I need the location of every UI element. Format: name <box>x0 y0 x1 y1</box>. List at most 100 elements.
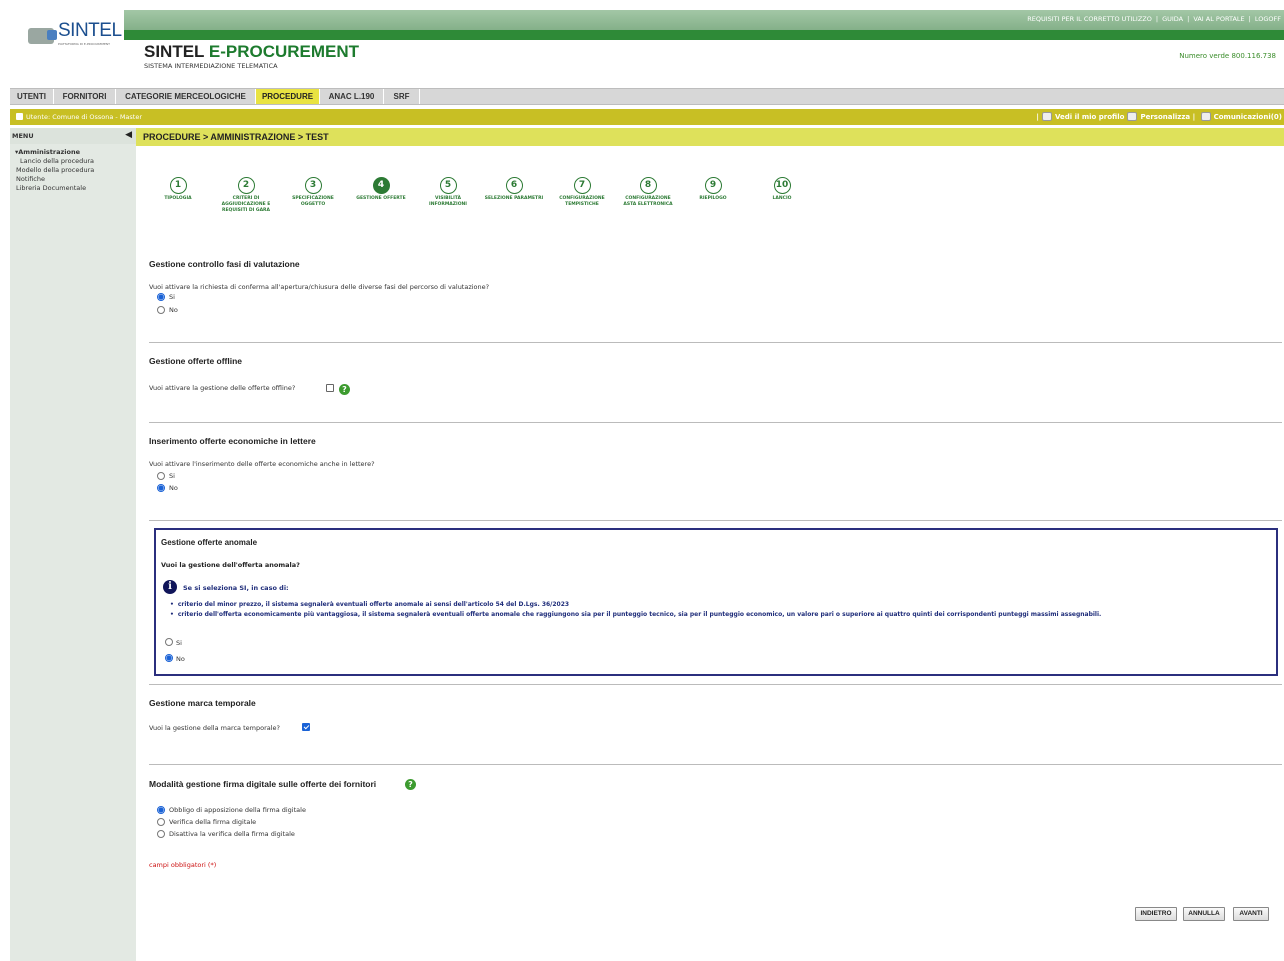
green-bar <box>124 30 1284 40</box>
section-title-lettere: Inserimento offerte economiche in letter… <box>149 436 316 446</box>
next-button[interactable]: AVANTI <box>1233 907 1269 921</box>
sidebar-item-notifiche[interactable]: Notifiche <box>16 175 45 183</box>
checkbox-offline[interactable] <box>326 384 334 392</box>
radio-label: Verifica della firma digitale <box>169 818 257 826</box>
phone-number: Numero verde 800.116.738 <box>1179 52 1276 60</box>
menu-header: MENU ◀ <box>10 128 136 144</box>
divider <box>149 422 1282 423</box>
step-number: 8 <box>639 177 657 194</box>
link-logoff[interactable]: LOGOFF <box>1255 15 1281 23</box>
sidebar-item-libreria[interactable]: Libreria Documentale <box>16 184 86 192</box>
app-title-part2: E-PROCUREMENT <box>208 42 360 61</box>
link-messages[interactable]: Comunicazioni(0) <box>1214 113 1282 121</box>
help-icon[interactable]: ? <box>405 779 416 790</box>
menu-label: MENU <box>12 132 34 140</box>
step-2[interactable]: 2 CRITERI DI AGGIUDICAZIONE E REQUISITI D… <box>216 177 276 214</box>
radio-button[interactable] <box>157 484 165 492</box>
header: SINTEL PIATTAFORMA DI E-PROCUREMENT REQU… <box>0 0 1284 90</box>
step-4[interactable]: 4 GESTIONE OFFERTE <box>351 177 411 202</box>
info-item: criterio del minor prezzo, il sistema se… <box>170 601 569 608</box>
question-lettere: Vuoi attivare l'inserimento delle offert… <box>149 460 375 468</box>
sintel-logo[interactable]: SINTEL PIATTAFORMA DI E-PROCUREMENT <box>18 10 122 48</box>
link-customize[interactable]: Personalizza <box>1140 113 1190 121</box>
sidebar-item-lancio[interactable]: Lancio della procedura <box>20 157 94 165</box>
radio-button[interactable] <box>165 654 173 662</box>
radio-button[interactable] <box>157 830 165 838</box>
radio-label: Si <box>169 293 175 301</box>
sidebar-item-modello[interactable]: Modello della procedura <box>16 166 94 174</box>
link-requisiti[interactable]: REQUISITI PER IL CORRETTO UTILIZZO <box>1027 15 1152 23</box>
back-button[interactable]: INDIETRO <box>1135 907 1177 921</box>
divider <box>149 764 1282 765</box>
step-label: TIPOLOGIA <box>164 196 192 201</box>
radio-label: Si <box>176 639 182 647</box>
step-label: VISIBILITÀ INFORMAZIONI <box>429 196 467 207</box>
tab-utenti[interactable]: UTENTI <box>10 89 54 104</box>
step-9[interactable]: 9 RIEPILOGO <box>683 177 743 202</box>
breadcrumb: PROCEDURE > AMMINISTRAZIONE > TEST <box>143 132 329 142</box>
radio-button[interactable] <box>157 293 165 301</box>
messages-icon <box>1200 112 1211 121</box>
step-label: LANCIO <box>772 196 792 201</box>
tab-anac[interactable]: ANAC L.190 <box>320 89 384 104</box>
app-title-part1: SINTEL <box>144 42 209 61</box>
breadcrumb-bar: PROCEDURE > AMMINISTRAZIONE > TEST <box>136 128 1284 146</box>
cancel-button[interactable]: ANNULLA <box>1183 907 1225 921</box>
section-title-anomale: Gestione offerte anomale <box>161 538 258 547</box>
divider <box>149 684 1282 685</box>
link-vai-al-portale[interactable]: VAI AL PORTALE <box>1193 15 1244 23</box>
section-title-valutazione: Gestione controllo fasi di valutazione <box>149 259 300 269</box>
tab-srf[interactable]: SRF <box>384 89 420 104</box>
radio-label: No <box>169 306 178 314</box>
link-guida[interactable]: GUIDA <box>1162 15 1183 23</box>
step-label: CONFIGURAZIONE ASTA ELETTRONICA <box>623 196 673 207</box>
step-number: 4 <box>372 177 390 194</box>
info-item: criterio dell'offerta economicamente più… <box>170 611 1101 618</box>
question-anomale: Vuoi la gestione dell'offerta anomala? <box>161 561 300 569</box>
radio-label: No <box>169 484 178 492</box>
step-6[interactable]: 6 SELEZIONE PARAMETRI <box>484 177 544 202</box>
required-fields-note: campi obbligatori (*) <box>149 861 217 869</box>
user-bar: Utente: Comune di Ossona - Master | Vedi … <box>10 109 1284 125</box>
main-nav: UTENTI FORNITORI CATEGORIE MERCEOLOGICHE… <box>10 88 1284 105</box>
radio-button[interactable] <box>165 638 173 646</box>
step-number: 7 <box>573 177 591 194</box>
step-8[interactable]: 8 CONFIGURAZIONE ASTA ELETTRONICA <box>618 177 678 208</box>
step-number: 1 <box>169 177 187 194</box>
user-icon <box>16 113 23 120</box>
step-5[interactable]: 5 VISIBILITÀ INFORMAZIONI <box>418 177 478 208</box>
radio-label: Disattiva la verifica della firma digita… <box>169 830 295 838</box>
logo-subtext: PIATTAFORMA DI E-PROCUREMENT <box>58 42 110 46</box>
step-1[interactable]: 1 TIPOLOGIA <box>148 177 208 202</box>
step-number: 10 <box>773 177 791 194</box>
radio-button[interactable] <box>157 818 165 826</box>
collapse-menu-icon[interactable]: ◀ <box>125 130 132 140</box>
step-label: RIEPILOGO <box>699 196 727 201</box>
tab-procedure[interactable]: PROCEDURE <box>256 89 320 104</box>
user-info: Utente: Comune di Ossona - Master <box>16 113 142 121</box>
step-10[interactable]: 10 LANCIO <box>752 177 812 202</box>
tab-categorie-merceologiche[interactable]: CATEGORIE MERCEOLOGICHE <box>116 89 256 104</box>
radio-button[interactable] <box>157 306 165 314</box>
step-7[interactable]: 7 CONFIGURAZIONE TEMPISTICHE <box>552 177 612 208</box>
divider <box>149 520 1282 521</box>
radio-label: No <box>176 655 185 663</box>
step-label: SPECIFICAZIONE OGGETTO <box>292 196 334 207</box>
radio-button[interactable] <box>157 472 165 480</box>
help-icon[interactable]: ? <box>339 384 350 395</box>
link-profile[interactable]: Vedi il mio profilo <box>1055 113 1124 121</box>
step-number: 2 <box>237 177 255 194</box>
step-number: 6 <box>505 177 523 194</box>
app-subtitle: SISTEMA INTERMEDIAZIONE TELEMATICA <box>144 62 278 70</box>
tab-fornitori[interactable]: FORNITORI <box>54 89 116 104</box>
checkbox-marca[interactable] <box>302 723 310 731</box>
question-marca: Vuoi la gestione della marca temporale? <box>149 724 281 732</box>
step-3[interactable]: 3 SPECIFICAZIONE OGGETTO <box>283 177 343 208</box>
info-icon: i <box>163 580 177 594</box>
customize-icon <box>1127 112 1138 121</box>
info-heading: Se si seleziona SI, in caso di: <box>183 584 289 592</box>
sidebar-item-amministrazione[interactable]: ▾Amministrazione <box>15 148 80 156</box>
radio-label: Si <box>169 472 175 480</box>
step-label: GESTIONE OFFERTE <box>356 196 406 201</box>
radio-button[interactable] <box>157 806 165 814</box>
